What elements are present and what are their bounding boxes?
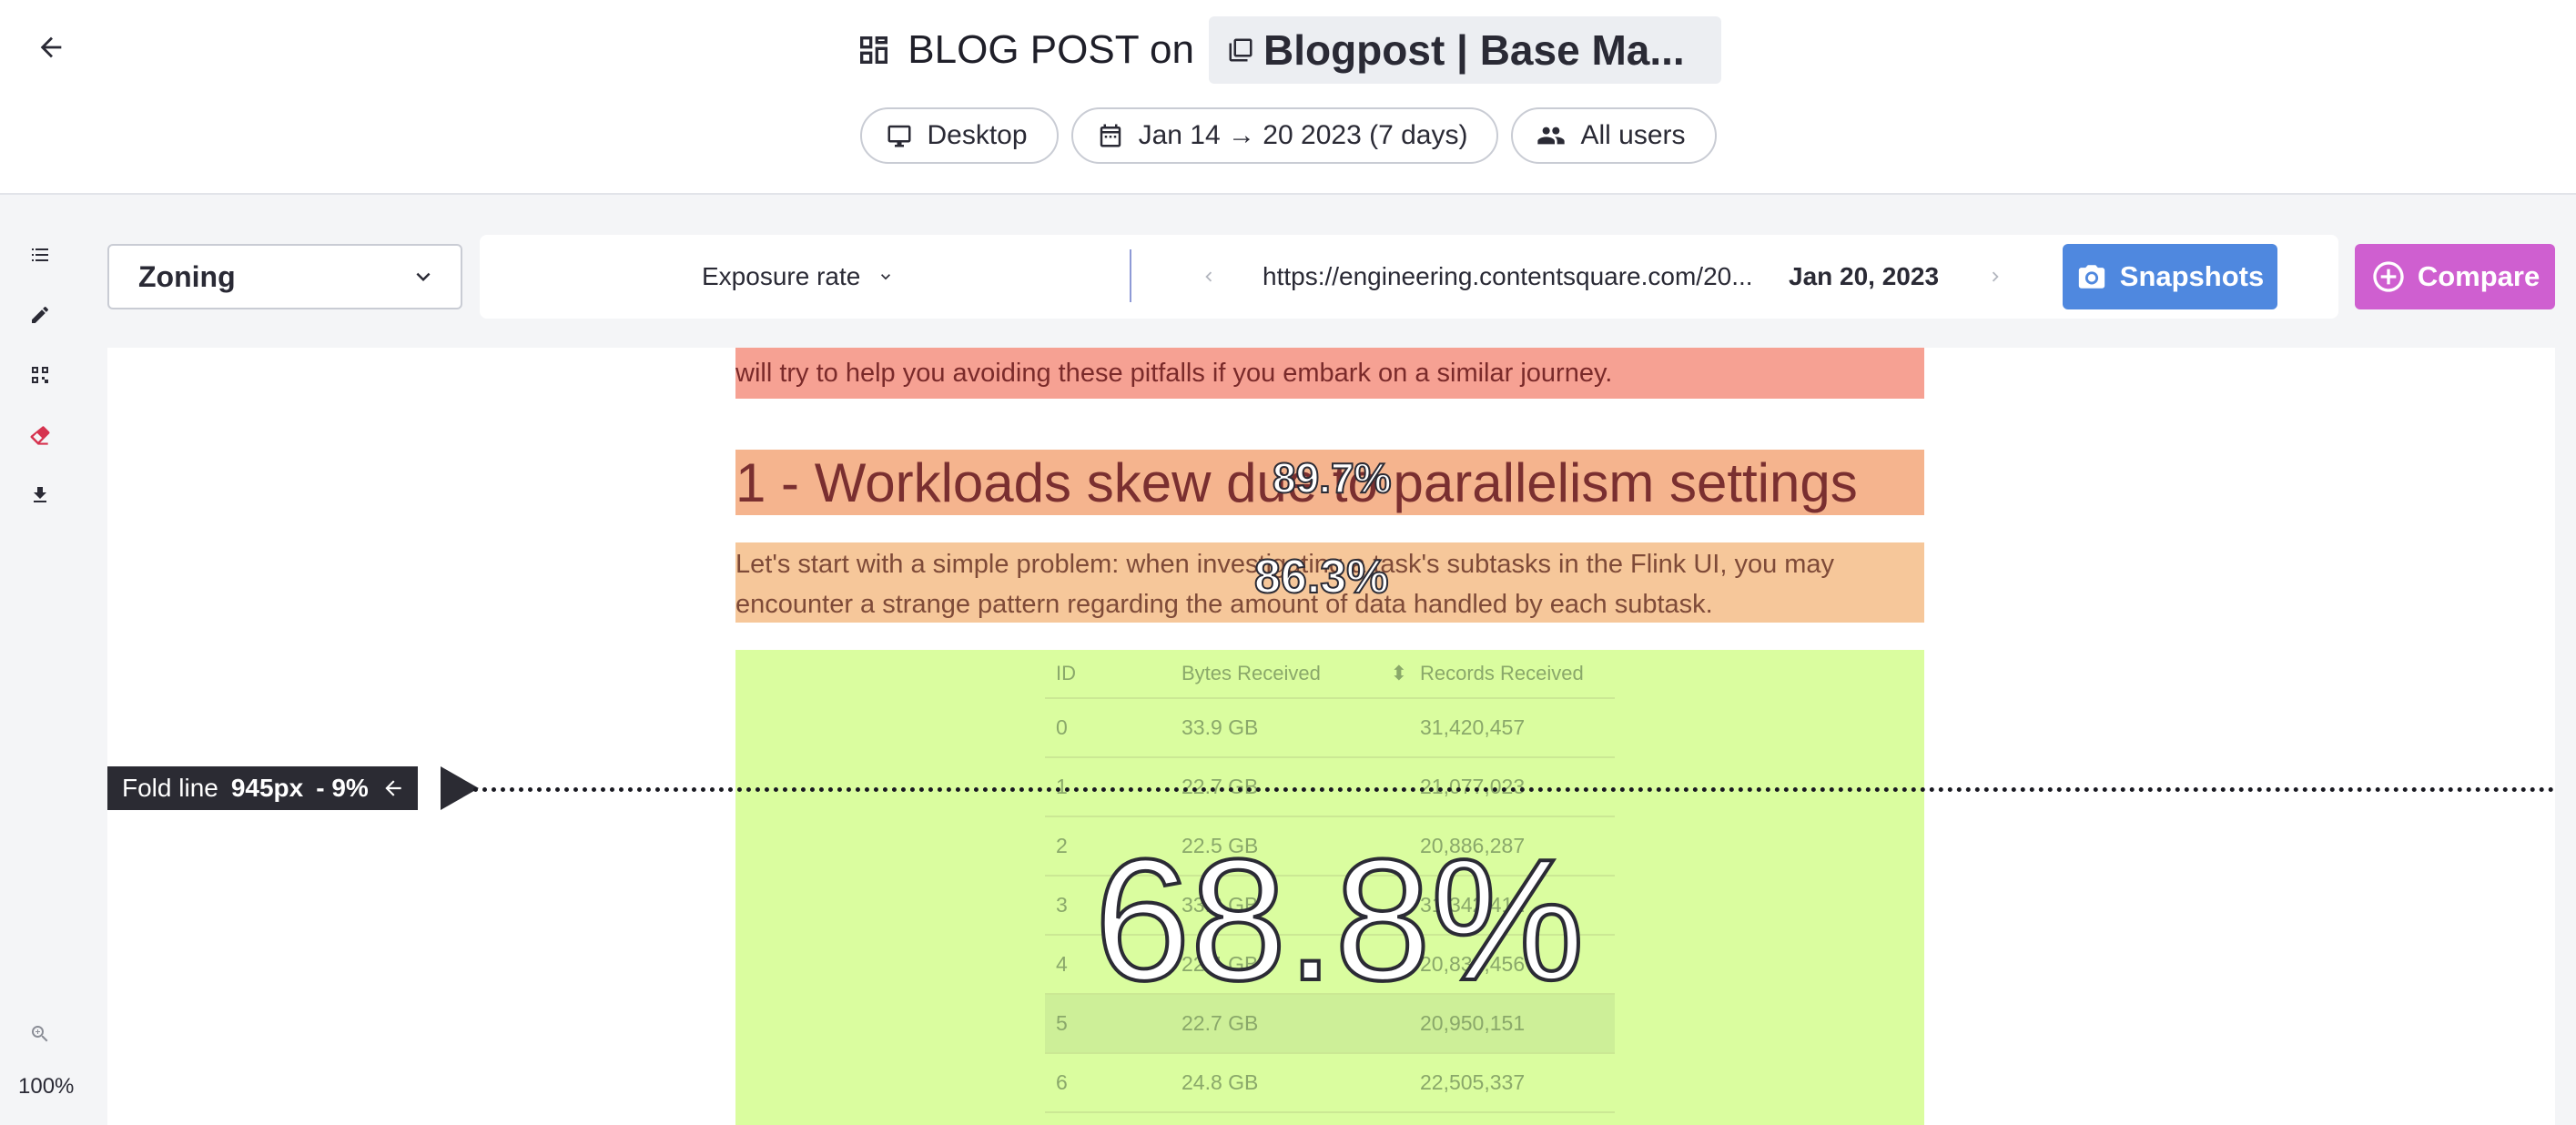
eraser-icon[interactable] (24, 419, 56, 451)
pages-icon (1229, 38, 1253, 62)
date-filter[interactable]: Jan 14 → 20 2023 (7 days) (1070, 107, 1499, 164)
cell-bytes: 33.9 GB (1182, 715, 1259, 739)
chevron-right-icon (1992, 271, 1999, 282)
header: BLOG POST on Blogpost | Base Ma... Deskt… (0, 0, 2576, 195)
analysis-toolbar: Exposure rate https://engineering.conten… (480, 235, 2338, 319)
monitor-icon (887, 125, 910, 147)
compare-button[interactable]: Compare (2355, 244, 2555, 309)
calendar-icon (1100, 124, 1121, 147)
cell-bytes: 24.8 GB (1182, 1070, 1259, 1094)
fold-line-delta: - 9% (316, 774, 369, 802)
filter-bar: Desktop Jan 14 → 20 2023 (7 days) All us… (0, 107, 2576, 164)
dashboard-icon (855, 31, 893, 69)
segment-label: All users (1580, 120, 1686, 150)
fold-line-label[interactable]: Fold line 945px - 9% (107, 766, 418, 810)
cell-records: 31,420,457 (1420, 715, 1526, 739)
users-icon (1537, 127, 1566, 145)
left-toolbar (0, 197, 91, 1125)
column-header-bytes: Bytes Received (1182, 662, 1321, 684)
snapshots-label: Snapshots (2119, 260, 2265, 292)
chevron-left-icon (1205, 271, 1212, 282)
arrow-left-icon (385, 780, 401, 796)
fold-line (473, 787, 2555, 792)
page-title: BLOG POST on Blogpost | Base Ma... (0, 16, 2576, 84)
fold-line-position: 945px (230, 774, 304, 802)
zoom-level: 100% (18, 1074, 75, 1099)
segment-filter[interactable]: All users (1511, 107, 1717, 164)
next-snapshot-button[interactable] (1985, 235, 2005, 319)
pencil-icon[interactable] (24, 299, 56, 331)
chevron-down-icon (881, 274, 891, 280)
fold-line-title: Fold line (122, 774, 218, 802)
cell-id: 6 (1056, 1070, 1068, 1094)
column-header-records: Records Received (1420, 662, 1584, 684)
table-row: 6 24.8 GB 22,505,337 (1045, 1054, 1615, 1113)
table-header: ID Bytes Received ⬍ Records Received (1045, 650, 1615, 699)
camera-icon (2078, 265, 2104, 289)
date-range-label: Jan 14 → 20 2023 (7 days) (1138, 120, 1468, 150)
zoom-in-icon[interactable] (24, 1018, 56, 1050)
zone-intro[interactable]: will try to help you avoiding these pitf… (735, 348, 1924, 399)
page-url: https://engineering.contentsquare.com/20… (1263, 262, 1753, 290)
list-icon[interactable] (24, 238, 56, 271)
intro-text: will try to help you avoiding these pitf… (735, 359, 1613, 388)
previous-snapshot-button[interactable] (1199, 235, 1219, 319)
sort-icon[interactable]: ⬍ (1391, 662, 1407, 685)
paragraph-exposure-rate: 86.3% (1253, 550, 1389, 604)
mode-label: Zoning (138, 259, 236, 293)
add-circle-icon (2373, 261, 2404, 292)
page-name: Blogpost | Base Ma... (1263, 26, 1685, 74)
cell-records: 22,505,337 (1420, 1070, 1526, 1094)
toolbar-divider (1130, 249, 1131, 302)
compare-label: Compare (2417, 260, 2541, 292)
mode-dropdown[interactable]: Zoning (107, 244, 462, 309)
device-label: Desktop (927, 120, 1028, 150)
table-row: 0 33.9 GB 31,420,457 (1045, 699, 1615, 758)
heading-exposure-rate: 89.7% (1272, 453, 1392, 502)
page-canvas: will try to help you avoiding these pitf… (107, 348, 2555, 1125)
metric-label: Exposure rate (702, 262, 861, 290)
device-filter[interactable]: Desktop (859, 107, 1059, 164)
snapshot-date: Jan 20, 2023 (1789, 262, 1940, 290)
table-exposure-rate: 68.8% (1092, 822, 1587, 1019)
title-prefix: BLOG POST on (908, 27, 1194, 72)
snapshots-button[interactable]: Snapshots (2063, 244, 2277, 309)
cell-id: 0 (1056, 715, 1068, 739)
grid-icon[interactable] (24, 359, 56, 391)
metric-dropdown[interactable]: Exposure rate (702, 235, 895, 319)
download-icon[interactable] (24, 479, 56, 512)
chevron-down-icon (416, 272, 431, 281)
column-header-id: ID (1056, 662, 1076, 684)
page-selector[interactable]: Blogpost | Base Ma... (1208, 16, 1721, 84)
